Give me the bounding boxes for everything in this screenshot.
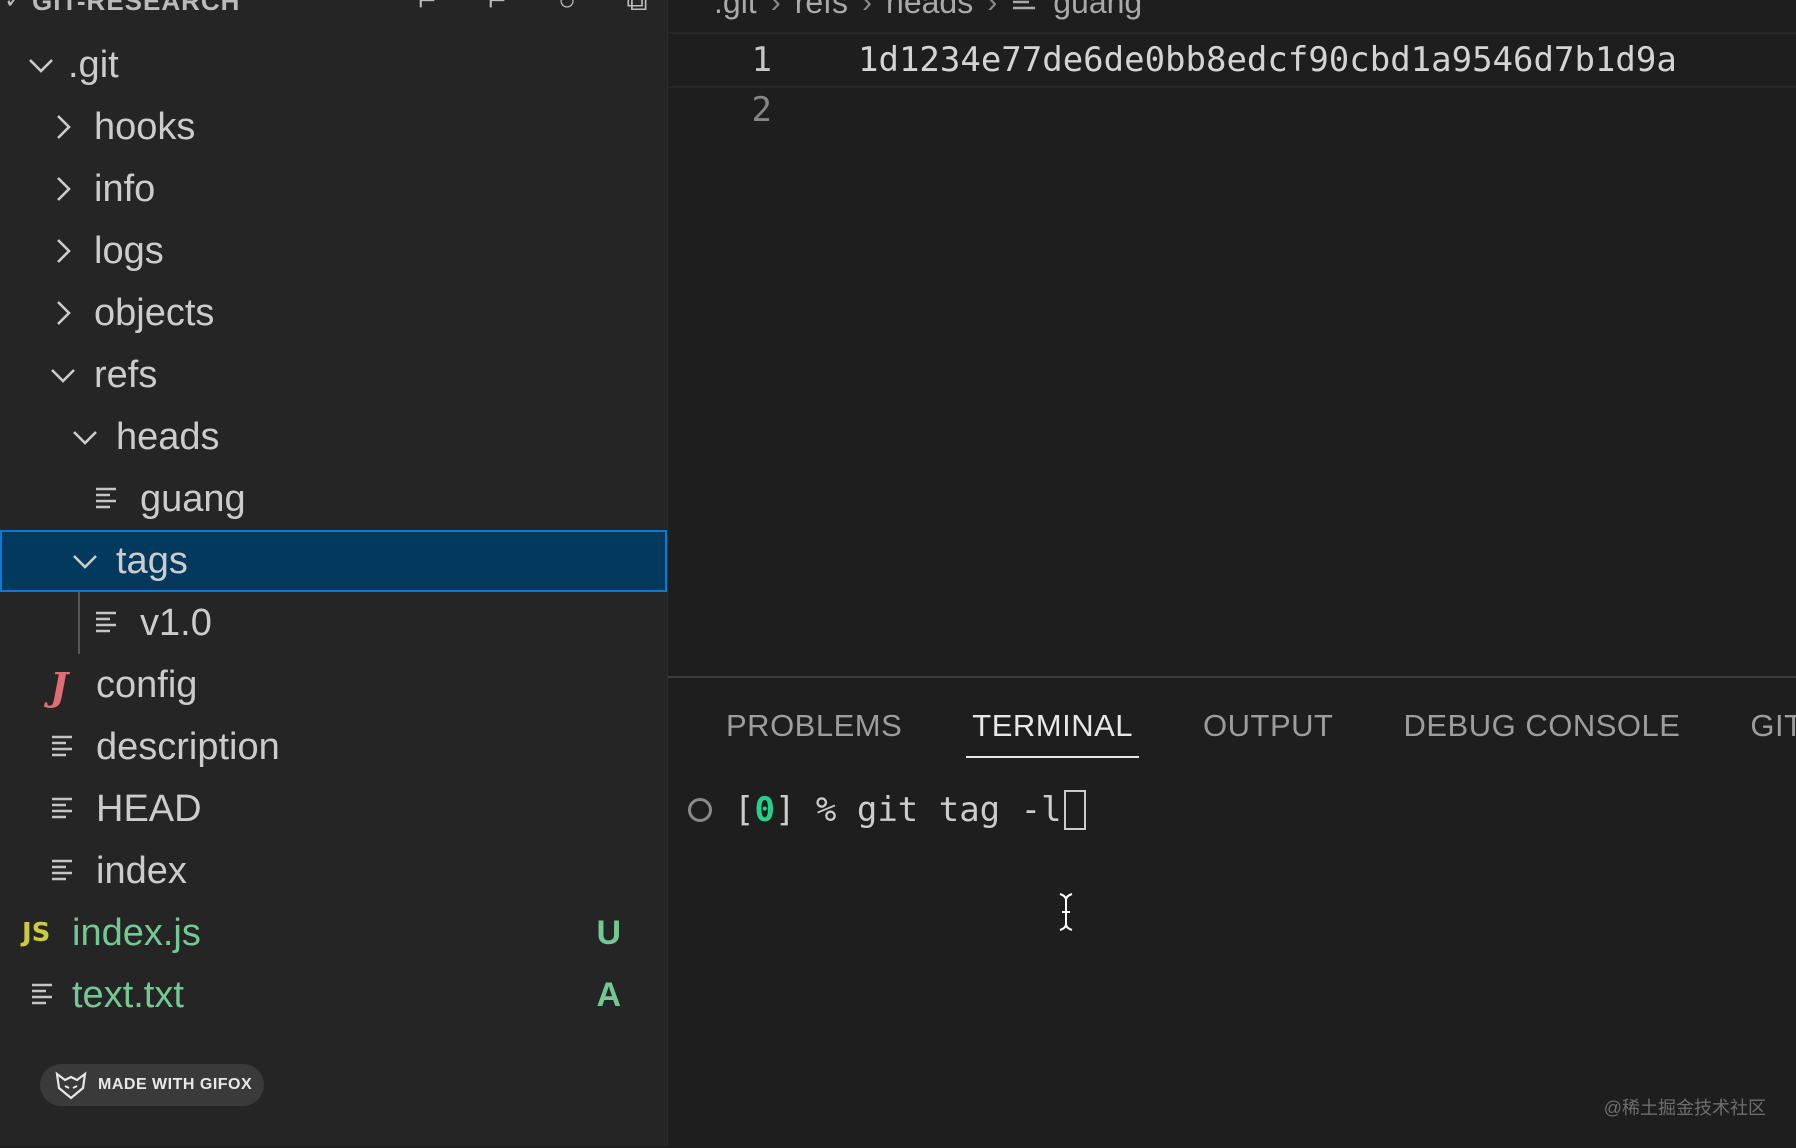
bottom-panel: PROBLEMS TERMINAL OUTPUT DEBUG CONSOLE G… (668, 676, 1796, 1148)
tree-item-label: hooks (94, 106, 196, 148)
tree-item-logs[interactable]: logs (0, 220, 667, 282)
gifox-label: MADE WITH GIFOX (98, 1076, 253, 1093)
tree-item-label: config (96, 664, 198, 706)
breadcrumb: .git › refs › heads › guang (714, 0, 1142, 21)
breadcrumb-item[interactable]: guang (1053, 0, 1142, 21)
tree-item-text-txt[interactable]: text.txt A (0, 964, 667, 1026)
chevron-down-icon[interactable] (48, 360, 78, 390)
exit-code: 0 (754, 790, 775, 830)
breadcrumb-item[interactable]: refs (795, 0, 848, 21)
tree-item-label: objects (94, 292, 215, 334)
watermark: @稀土掘金技术社区 (1603, 1098, 1766, 1118)
chevron-right-icon[interactable] (48, 112, 78, 142)
file-lines-icon (1013, 0, 1036, 9)
tree-item-label: info (94, 168, 156, 210)
indent-guide (78, 592, 80, 654)
tree-item-label: v1.0 (140, 602, 212, 644)
new-folder-icon[interactable]: ⌐ (477, 0, 517, 16)
tab-debug-console[interactable]: DEBUG CONSOLE (1403, 708, 1680, 758)
chevron-right-icon[interactable] (48, 298, 78, 328)
tree-item-tags[interactable]: tags (0, 530, 667, 592)
chevron-down-icon[interactable] (70, 422, 100, 452)
chevron-right-icon[interactable] (48, 174, 78, 204)
tree-item-label: description (96, 726, 280, 768)
file-lines-icon (96, 487, 116, 509)
code-line[interactable]: 1 1d1234e77de6de0bb8edcf90cbd1a9546d7b1d… (668, 32, 1796, 88)
prompt-close: ] % (774, 790, 857, 830)
tree-item-label: index (96, 850, 187, 892)
gifox-badge: MADE WITH GIFOX (40, 1064, 264, 1106)
chevron-down-icon[interactable] (26, 50, 56, 80)
git-status-badge: U (596, 914, 621, 952)
gifox-logo-icon (55, 1071, 87, 1100)
tree-item-label: index.js (72, 912, 201, 954)
tree-item-label: .git (68, 44, 119, 86)
tab-output[interactable]: OUTPUT (1203, 708, 1333, 758)
tree-item-index[interactable]: index (0, 840, 667, 902)
breadcrumb-item[interactable]: .git (714, 0, 757, 21)
explorer-sidebar: ✓ GIT-RESEARCH ⌐ ⌐ ○ ⧉ .git hooks info logs… (0, 0, 668, 1146)
tree-item-label: refs (94, 354, 158, 396)
chevron-right-icon[interactable] (48, 236, 78, 266)
collapse-chevron-icon[interactable]: ✓ (4, 0, 24, 15)
tree-item-label: guang (140, 478, 246, 520)
refresh-icon[interactable]: ○ (547, 0, 587, 16)
terminal-prompt-line[interactable]: [ 0 ] % git tag -l (688, 790, 1086, 830)
javascript-file-icon: JS (22, 918, 51, 948)
file-lines-icon (32, 983, 52, 1005)
command-status-icon (688, 798, 712, 822)
file-lines-icon (52, 859, 72, 881)
tab-terminal[interactable]: TERMINAL (966, 708, 1139, 758)
breadcrumb-separator-icon: › (862, 0, 873, 19)
new-file-icon[interactable]: ⌐ (407, 0, 447, 16)
explorer-header: ✓ GIT-RESEARCH ⌐ ⌐ ○ ⧉ (0, 0, 667, 26)
file-lines-icon (96, 611, 116, 633)
collapse-all-icon[interactable]: ⧉ (617, 0, 657, 16)
line-number: 2 (751, 90, 772, 130)
tab-problems[interactable]: PROBLEMS (726, 708, 902, 758)
tree-item-objects[interactable]: objects (0, 282, 667, 344)
tree-item-hooks[interactable]: hooks (0, 96, 667, 158)
line-text[interactable]: 1d1234e77de6de0bb8edcf90cbd1a9546d7b1d9a (858, 40, 1677, 80)
breadcrumb-separator-icon: › (770, 0, 781, 19)
tree-item-label: heads (116, 416, 220, 458)
terminal-command[interactable]: git tag -l (857, 790, 1062, 830)
tree-item-index-js[interactable]: JS index.js U (0, 902, 667, 964)
tree-item-head[interactable]: HEAD (0, 778, 667, 840)
line-number: 1 (751, 40, 772, 80)
panel-tabs: PROBLEMS TERMINAL OUTPUT DEBUG CONSOLE G… (726, 708, 1796, 758)
file-lines-icon (52, 797, 72, 819)
tree-item-label: tags (116, 540, 188, 582)
tree-item-label: HEAD (96, 788, 202, 830)
tree-item-label: text.txt (72, 974, 184, 1016)
tab-git[interactable]: GIT (1750, 708, 1796, 758)
tree-item-v1-0[interactable]: v1.0 (0, 592, 667, 654)
terminal-cursor (1063, 790, 1086, 830)
tree-item-heads[interactable]: heads (0, 406, 667, 468)
tree-item-config[interactable]: Jconfig (0, 654, 667, 716)
code-line[interactable]: 2 (668, 84, 1796, 136)
tree-item-info[interactable]: info (0, 158, 667, 220)
explorer-actions: ⌐ ⌐ ○ ⧉ (407, 0, 657, 16)
tree-item-refs[interactable]: refs (0, 344, 667, 406)
git-status-badge: A (596, 976, 621, 1014)
breadcrumb-separator-icon: › (987, 0, 998, 19)
workspace-title[interactable]: GIT-RESEARCH (32, 0, 240, 17)
editor-pane[interactable]: .git › refs › heads › guang 1 1d1234e77d… (668, 0, 1796, 676)
tree-item-git[interactable]: .git (0, 34, 667, 96)
tree-item-guang[interactable]: guang (0, 468, 667, 530)
tree-item-label: logs (94, 230, 164, 272)
breadcrumb-item[interactable]: heads (886, 0, 973, 21)
file-lines-icon (52, 735, 72, 757)
text-cursor-icon (1059, 893, 1073, 931)
config-file-icon: J (50, 664, 68, 709)
prompt-open: [ (734, 790, 755, 830)
chevron-down-icon[interactable] (70, 546, 100, 576)
tree-item-description[interactable]: description (0, 716, 667, 778)
